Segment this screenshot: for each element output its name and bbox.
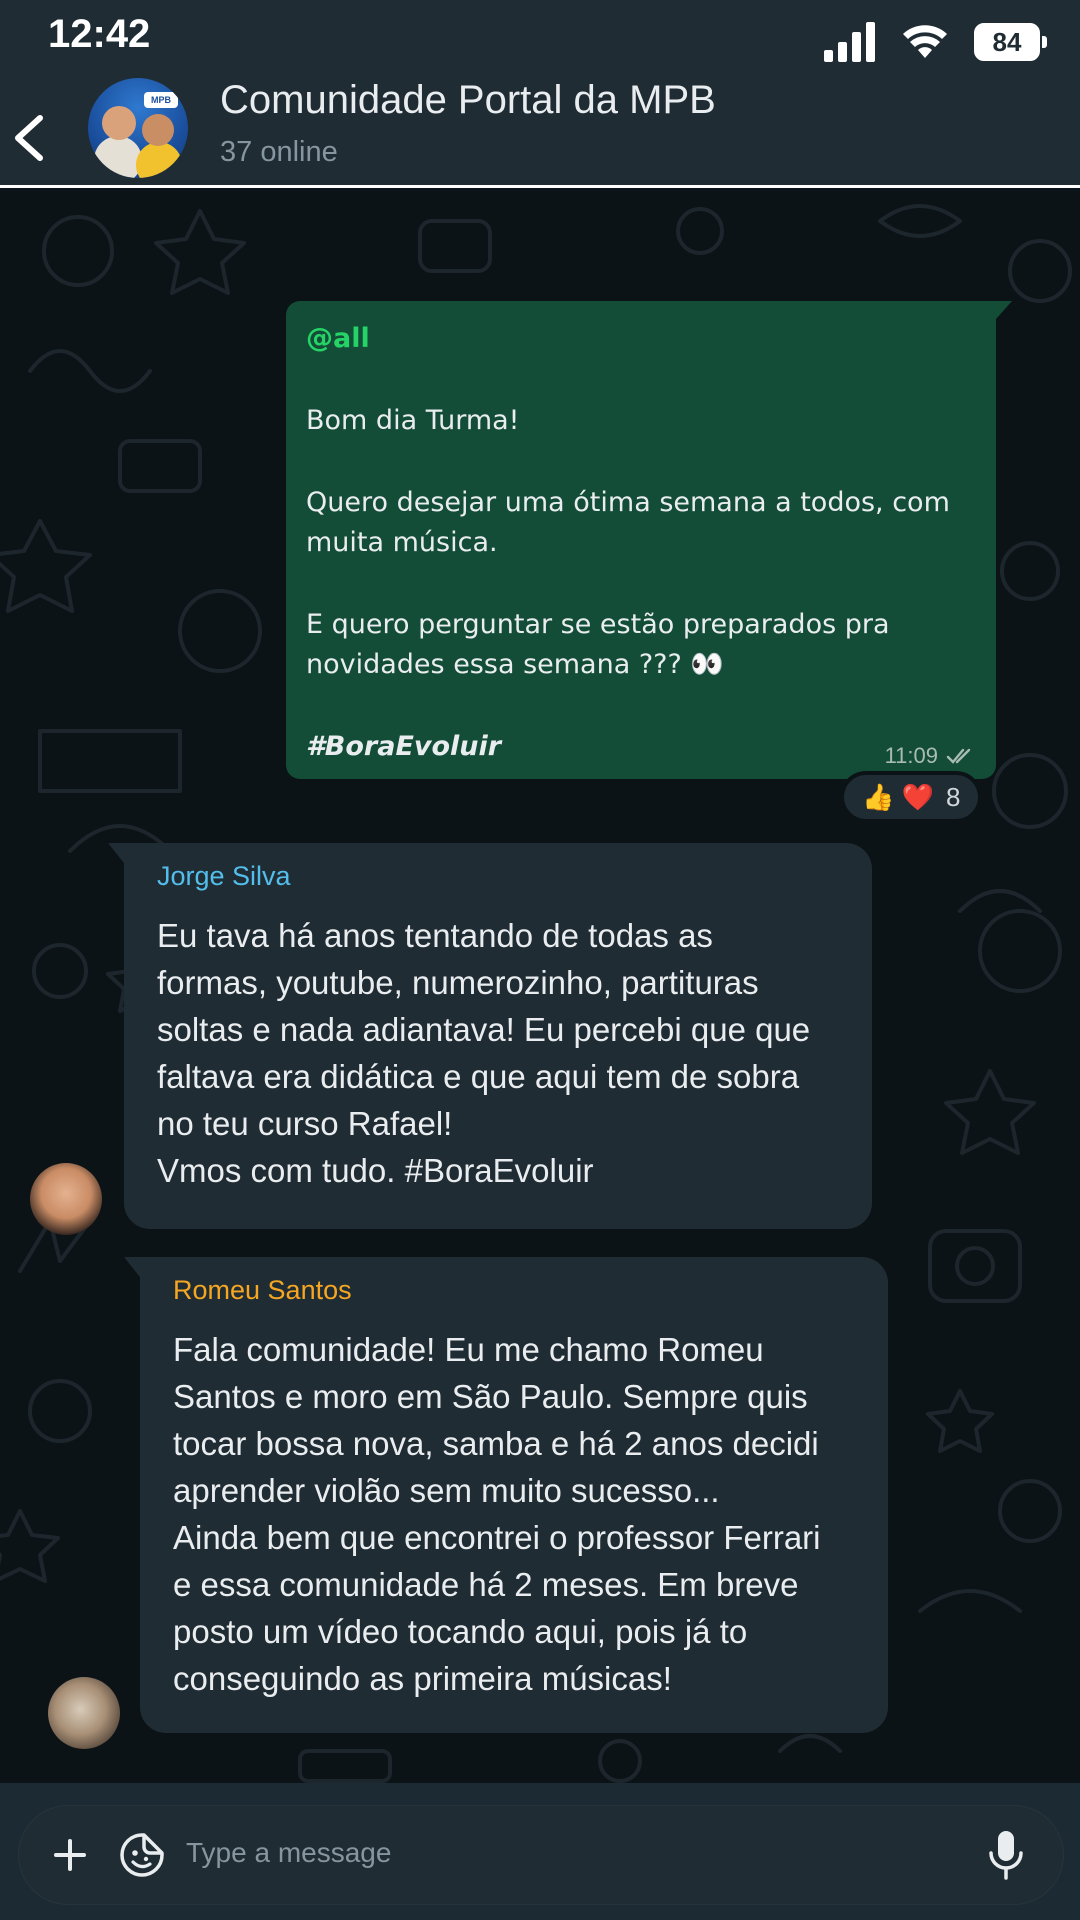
chat-title[interactable]: Comunidade Portal da MPB — [220, 78, 716, 123]
message-line: Santos e moro em São Paulo. Sempre quis — [173, 1378, 808, 1415]
message-line: formas, youtube, numerozinho, partituras — [157, 964, 759, 1001]
reactions-pill[interactable]: 👍 ❤️ 8 — [840, 771, 983, 823]
outgoing-message[interactable]: @all Bom dia Turma! Quero desejar uma ót… — [286, 301, 1012, 779]
message-line: e essa comunidade há 2 meses. Em breve — [173, 1566, 799, 1603]
message-line: faltava era didática e que aqui tem de s… — [157, 1058, 800, 1095]
back-arrow-icon[interactable] — [8, 112, 52, 164]
incoming-message[interactable]: Romeu Santos Fala comunidade! Eu me cham… — [124, 1257, 888, 1733]
message-meta: 11:09 — [885, 743, 976, 769]
status-time: 12:42 — [48, 12, 151, 56]
online-count: 37 online — [220, 136, 338, 168]
message-line: Ainda bem que encontrei o professor Ferr… — [173, 1519, 821, 1556]
message-text: @all Bom dia Turma! Quero desejar uma ót… — [306, 319, 976, 767]
incoming-message[interactable]: Jorge Silva Eu tava há anos tentando de … — [108, 843, 872, 1229]
composer-bar: Type a message — [0, 1783, 1080, 1920]
message-line: Bom dia Turma! — [306, 405, 520, 436]
group-avatar[interactable]: MPB — [88, 78, 188, 178]
message-line: novidades essa semana ??? 👀 — [306, 649, 725, 680]
message-line: Fala comunidade! Eu me chamo Romeu — [173, 1331, 764, 1368]
message-line: E quero perguntar se estão preparados pr… — [306, 609, 890, 640]
message-line: Vmos com tudo. #BoraEvoluir — [157, 1152, 594, 1189]
battery-icon: 84 — [974, 23, 1047, 61]
microphone-icon[interactable] — [986, 1829, 1026, 1881]
message-line: conseguindo as primeira músicas! — [173, 1660, 672, 1697]
message-line: soltas e nada adiantava! Eu percebi que … — [157, 1011, 811, 1048]
battery-level: 84 — [992, 26, 1022, 57]
wifi-icon — [903, 25, 947, 58]
hashtag[interactable]: #BoraEvoluir — [306, 731, 501, 762]
status-icons: 84 — [824, 20, 1047, 64]
message-line: Eu tava há anos tentando de todas as — [157, 917, 713, 954]
plus-icon[interactable] — [48, 1833, 92, 1877]
sender-name[interactable]: Romeu Santos — [173, 1275, 858, 1306]
mention-all[interactable]: @all — [306, 323, 370, 354]
message-line: aprender violão sem muito sucesso... — [173, 1472, 720, 1509]
message-line: tocar bossa nova, samba e há 2 anos deci… — [173, 1425, 819, 1462]
message-line: muita música. — [306, 527, 498, 558]
sticker-icon[interactable] — [118, 1831, 166, 1879]
message-list[interactable]: @all Bom dia Turma! Quero desejar uma ót… — [0, 191, 1080, 1783]
reaction-emojis: 👍 ❤️ — [862, 781, 934, 812]
sender-avatar-jorge[interactable] — [30, 1163, 102, 1235]
double-check-icon — [946, 748, 971, 764]
message-line: no teu curso Rafael! — [157, 1105, 453, 1142]
message-input[interactable]: Type a message — [18, 1805, 1064, 1905]
reaction-count: 8 — [945, 781, 961, 812]
message-time: 11:09 — [884, 743, 938, 768]
message-placeholder: Type a message — [186, 1837, 392, 1868]
message-line: Quero desejar uma ótima semana a todos, … — [306, 487, 950, 518]
message-line: posto um vídeo tocando aqui, pois já to — [173, 1613, 748, 1650]
chat-header: 12:42 84 MPB Comunidade Portal da MPB 37… — [0, 0, 1080, 188]
avatar-logo: MPB — [144, 92, 178, 108]
sender-name[interactable]: Jorge Silva — [157, 861, 842, 892]
sender-avatar-romeu[interactable] — [48, 1677, 120, 1749]
cellular-signal-icon — [824, 22, 875, 62]
